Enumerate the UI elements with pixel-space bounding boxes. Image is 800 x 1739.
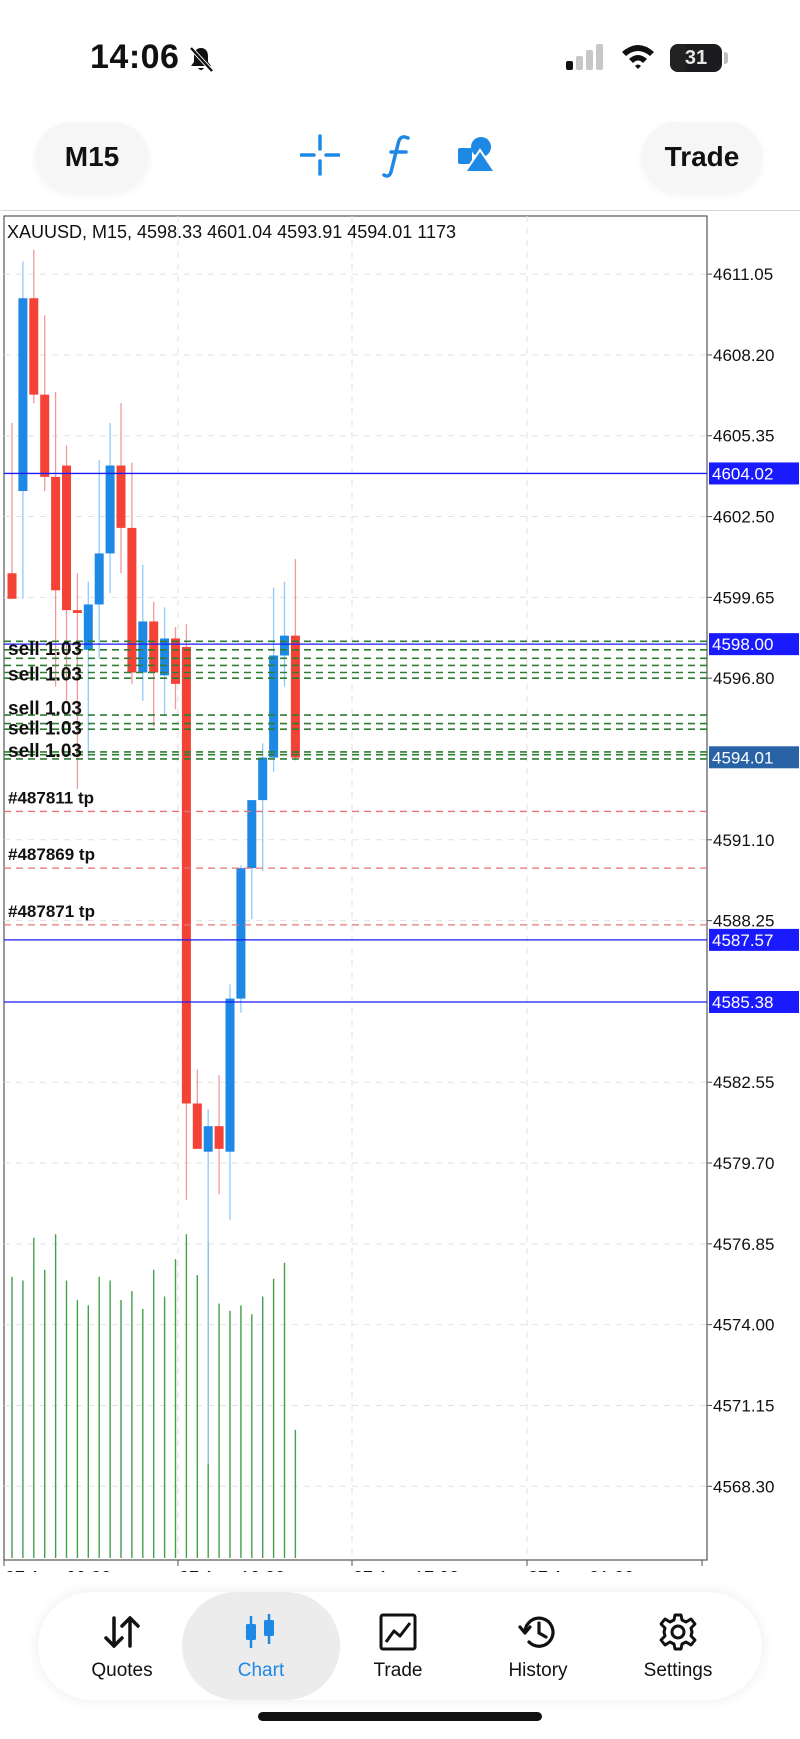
symbol-info-label: XAUUSD, M15, 4598.33 4601.04 4593.91 459… [7, 222, 456, 242]
price-chart[interactable]: 4611.05 4608.20 4605.35 4602.50 4599.65 4596.… [0, 212, 800, 1572]
history-clock-icon [518, 1616, 555, 1648]
candle-body [214, 1126, 224, 1149]
candle-body [29, 298, 39, 395]
battery-cap [724, 52, 728, 64]
settings-gear-icon [659, 1613, 697, 1651]
y-tick-label: 4596.80 [713, 669, 774, 688]
candle-body [116, 465, 126, 528]
y-tick-label: 4608.20 [713, 346, 774, 365]
x-tick-label: 27 Aug 17:00 [353, 1568, 459, 1572]
candle-body [40, 394, 50, 477]
crosshair-icon[interactable] [299, 130, 341, 185]
y-tick-label: 4582.55 [713, 1073, 774, 1092]
status-bar: 14:06 31 [0, 0, 800, 110]
status-time: 14:06 [90, 38, 180, 76]
cellular-signal-icon [566, 44, 606, 75]
battery-icon: 31 [670, 44, 722, 72]
candle-body [105, 465, 115, 554]
nav-history[interactable]: History [468, 1592, 608, 1700]
candle-body [269, 655, 279, 758]
candle-body [51, 476, 61, 591]
candle-body [127, 527, 137, 673]
candle-body [18, 298, 28, 492]
trade-button[interactable]: Trade [642, 122, 762, 192]
price-level-label: 4598.00 [712, 635, 773, 654]
nav-chart-label: Chart [237, 1660, 285, 1681]
y-tick-label: 4588.25 [713, 912, 774, 931]
y-tick-label: 4568.30 [713, 1477, 774, 1496]
candle-body [192, 1103, 202, 1149]
quotes-arrows-icon [104, 1616, 140, 1648]
sell-order-label: sell 1.03 [8, 639, 82, 660]
price-level-label: 4585.38 [712, 993, 773, 1012]
nav-quotes[interactable]: Quotes [52, 1592, 192, 1700]
candle-body [94, 553, 104, 605]
x-tick-label: 27 Aug 09:00 [5, 1568, 111, 1572]
candle-body [247, 800, 257, 869]
chart-toolbar: M15 Trade [0, 110, 800, 211]
take-profit-label: #487869 tp [8, 845, 95, 864]
candle-body [203, 1126, 213, 1152]
nav-chart[interactable]: Chart [182, 1592, 340, 1700]
price-level-label: 4604.02 [712, 464, 773, 483]
nav-trade-label: Trade [373, 1660, 423, 1681]
candle-body [258, 757, 268, 801]
y-tick-label: 4574.00 [713, 1316, 774, 1335]
battery-level: 31 [684, 47, 708, 69]
nav-history-label: History [508, 1660, 568, 1681]
candle-body [280, 635, 289, 656]
indicators-f-icon[interactable] [382, 130, 414, 185]
y-tick-label: 4579.70 [713, 1154, 774, 1173]
y-tick-label: 4571.15 [713, 1396, 774, 1415]
candle-body [72, 610, 82, 613]
candle-body [290, 635, 300, 758]
x-tick-label: 27 Aug 21:00 [528, 1568, 634, 1572]
candle-body [171, 638, 180, 684]
y-tick-label: 4605.35 [713, 427, 774, 446]
y-tick-label: 4591.10 [713, 831, 774, 850]
trade-chart-icon [379, 1613, 417, 1651]
chart-canvas[interactable]: 4611.05 4608.20 4605.35 4602.50 4599.65 4596.… [0, 212, 800, 1572]
candle-body [7, 573, 17, 599]
sell-order-label: sell 1.03 [8, 699, 82, 720]
nav-settings[interactable]: Settings [608, 1592, 748, 1700]
y-tick-label: 4602.50 [713, 508, 774, 527]
bottom-nav: Quotes Chart Trade History Settings [38, 1592, 762, 1700]
sell-order-label: sell 1.03 [8, 741, 82, 762]
x-tick-label: 27 Aug 13:00 [179, 1568, 285, 1572]
home-indicator [258, 1712, 542, 1721]
nav-trade[interactable]: Trade [328, 1592, 468, 1700]
candle-body [225, 998, 235, 1152]
candle-body [83, 604, 93, 650]
objects-shapes-icon[interactable] [456, 130, 497, 185]
nav-settings-label: Settings [643, 1660, 713, 1681]
candlestick-chart-icon [246, 1614, 274, 1648]
price-level-label: 4587.57 [712, 931, 773, 950]
current-price-label: 4594.01 [712, 748, 773, 767]
candle-body [236, 868, 246, 999]
y-tick-label: 4599.65 [713, 588, 774, 607]
take-profit-label: #487871 tp [8, 902, 95, 921]
bell-slash-icon [188, 45, 214, 78]
nav-quotes-label: Quotes [91, 1660, 153, 1681]
y-tick-label: 4576.85 [713, 1235, 774, 1254]
take-profit-label: #487811 tp [8, 788, 94, 807]
candle-body [62, 465, 71, 611]
sell-order-label: sell 1.03 [8, 665, 82, 686]
wifi-icon [620, 42, 656, 75]
timeframe-button[interactable]: M15 [36, 122, 148, 192]
sell-order-label: sell 1.03 [8, 718, 82, 739]
y-tick-label: 4611.05 [713, 265, 773, 284]
